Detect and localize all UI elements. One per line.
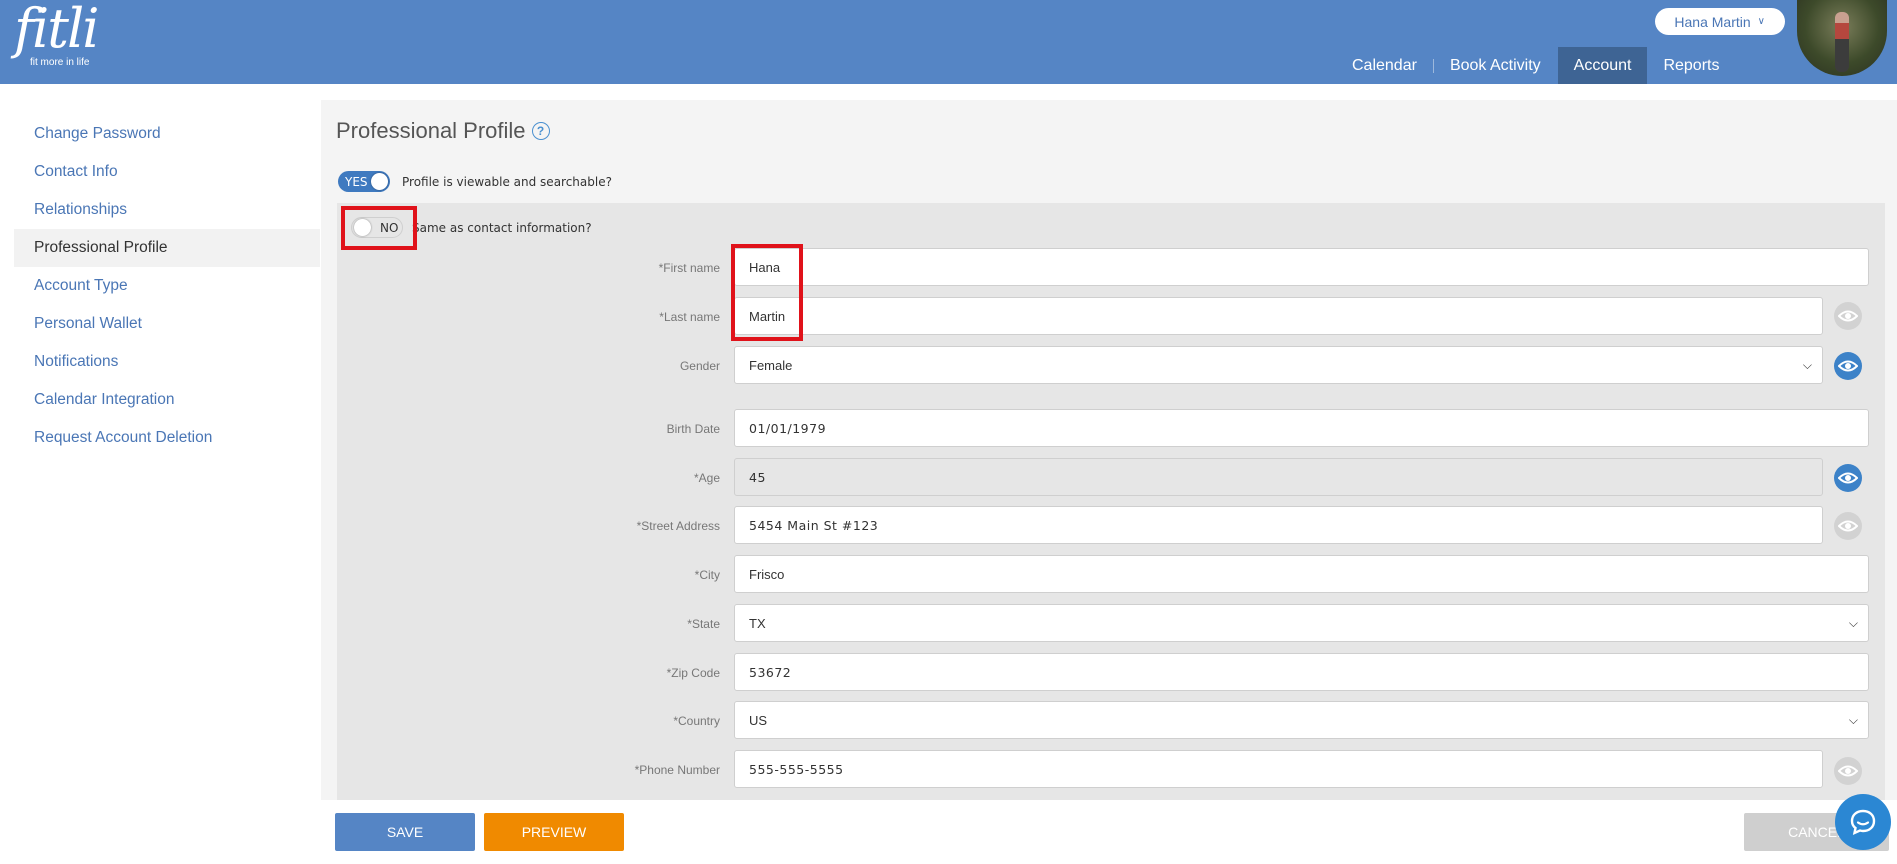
chat-icon bbox=[1850, 809, 1876, 836]
city-input[interactable]: Frisco bbox=[734, 555, 1869, 593]
chevron-down-icon: ⌵ bbox=[1848, 616, 1858, 630]
phone-number-label: *Phone Number bbox=[634, 763, 720, 777]
viewable-toggle-state: YES bbox=[345, 174, 368, 189]
avatar[interactable] bbox=[1797, 0, 1887, 76]
viewable-toggle-row: YES Profile is viewable and searchable? bbox=[338, 171, 612, 192]
first-name-input[interactable]: Hana bbox=[734, 248, 1869, 286]
sidebar-item-request-account-deletion[interactable]: Request Account Deletion bbox=[14, 419, 320, 457]
zip-code-label: *Zip Code bbox=[666, 666, 720, 680]
sidebar-item-notifications[interactable]: Notifications bbox=[14, 343, 320, 381]
user-name: Hana Martin bbox=[1674, 13, 1751, 30]
nav-account[interactable]: Account bbox=[1557, 47, 1648, 84]
zip-code-input[interactable]: 53672 bbox=[734, 653, 1869, 691]
sidebar-item-change-password[interactable]: Change Password bbox=[14, 115, 320, 153]
logo-tagline: fit more in life bbox=[30, 57, 90, 68]
visibility-toggle-icon[interactable] bbox=[1834, 757, 1862, 785]
page-title: Professional Profile ? bbox=[336, 118, 550, 144]
last-name-input[interactable]: Martin bbox=[734, 297, 1823, 335]
sidebar-item-account-type[interactable]: Account Type bbox=[14, 267, 320, 305]
highlight-box-toggle bbox=[341, 206, 417, 250]
main-nav: Calendar Book Activity Account Reports bbox=[1336, 47, 1735, 84]
birth-date-label: Birth Date bbox=[666, 422, 720, 436]
city-label: *City bbox=[694, 568, 720, 582]
sidebar-item-relationships[interactable]: Relationships bbox=[14, 191, 320, 229]
visibility-toggle-icon[interactable] bbox=[1834, 302, 1862, 330]
age-input: 45 bbox=[734, 458, 1823, 496]
viewable-toggle-label: Profile is viewable and searchable? bbox=[402, 174, 612, 189]
user-menu-button[interactable]: Hana Martin ∨ bbox=[1655, 8, 1785, 35]
gender-value: Female bbox=[749, 357, 793, 373]
same-contact-toggle-label: Same as contact information? bbox=[412, 220, 592, 235]
sidebar-item-personal-wallet[interactable]: Personal Wallet bbox=[14, 305, 320, 343]
fitli-logo[interactable]: fitli fit more in life bbox=[14, 0, 99, 69]
state-value: TX bbox=[749, 615, 766, 631]
country-select[interactable]: US ⌵ bbox=[734, 701, 1869, 739]
country-label: *Country bbox=[673, 714, 720, 728]
preview-button[interactable]: PREVIEW bbox=[484, 813, 624, 851]
help-icon[interactable]: ? bbox=[531, 122, 550, 140]
visibility-toggle-icon[interactable] bbox=[1834, 464, 1862, 492]
save-button[interactable]: SAVE bbox=[335, 813, 475, 851]
visibility-toggle-icon[interactable] bbox=[1834, 512, 1862, 540]
chevron-down-icon: ∨ bbox=[1757, 16, 1765, 27]
account-sidebar: Change Password Contact Info Relationshi… bbox=[14, 115, 320, 457]
nav-calendar[interactable]: Calendar bbox=[1336, 47, 1433, 84]
highlight-box-name-fields bbox=[731, 244, 803, 341]
first-name-label: *First name bbox=[658, 261, 720, 275]
chevron-down-icon: ⌵ bbox=[1848, 713, 1858, 727]
sidebar-item-calendar-integration[interactable]: Calendar Integration bbox=[14, 381, 320, 419]
age-label: *Age bbox=[693, 471, 720, 485]
sidebar-item-professional-profile[interactable]: Professional Profile bbox=[14, 229, 320, 267]
state-label: *State bbox=[687, 617, 720, 631]
chat-support-button[interactable] bbox=[1835, 794, 1891, 850]
last-name-label: *Last name bbox=[659, 310, 720, 324]
logo-wordmark: fitli bbox=[14, 0, 99, 60]
viewable-toggle[interactable]: YES bbox=[338, 171, 390, 192]
chevron-down-icon: ⌵ bbox=[1802, 358, 1812, 372]
top-header: fitli fit more in life Hana Martin ∨ Cal… bbox=[0, 0, 1897, 84]
visibility-toggle-icon[interactable] bbox=[1834, 352, 1862, 380]
sidebar-item-contact-info[interactable]: Contact Info bbox=[14, 153, 320, 191]
state-select[interactable]: TX ⌵ bbox=[734, 604, 1869, 642]
toggle-knob bbox=[371, 173, 388, 190]
street-address-label: *Street Address bbox=[636, 519, 720, 533]
street-address-input[interactable]: 5454 Main St #123 bbox=[734, 506, 1823, 544]
gender-label: Gender bbox=[679, 359, 720, 373]
page-title-text: Professional Profile bbox=[336, 118, 526, 143]
profile-content: Professional Profile ? YES Profile is vi… bbox=[321, 100, 1897, 800]
birth-date-input[interactable]: 01/01/1979 bbox=[734, 409, 1869, 447]
nav-book-activity[interactable]: Book Activity bbox=[1434, 47, 1557, 84]
gender-select[interactable]: Female ⌵ bbox=[734, 346, 1823, 384]
country-value: US bbox=[749, 712, 768, 728]
phone-number-input[interactable]: 555-555-5555 bbox=[734, 750, 1823, 788]
nav-reports[interactable]: Reports bbox=[1647, 47, 1735, 84]
